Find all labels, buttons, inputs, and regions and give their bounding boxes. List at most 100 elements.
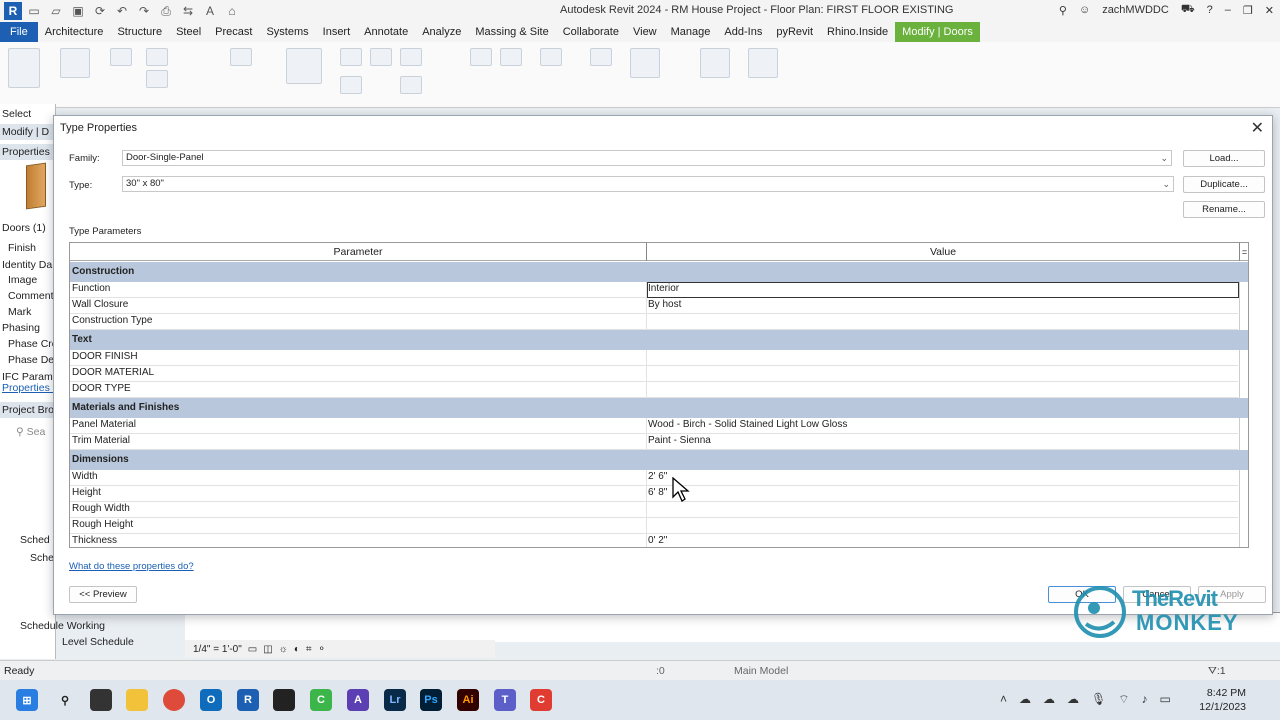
- table-row[interactable]: Panel Material Wood - Birch - Solid Stain…: [70, 418, 1248, 434]
- prop-row-identity[interactable]: Identity Da: [2, 259, 52, 271]
- user-name[interactable]: zachMWDDC: [1102, 4, 1169, 16]
- weather-icon[interactable]: ☁: [1019, 692, 1031, 707]
- scale-label[interactable]: 1/4" = 1'-0": [193, 644, 242, 655]
- onedrive-icon[interactable]: ☁: [1043, 692, 1055, 707]
- restore-icon[interactable]: ❐: [1243, 4, 1253, 17]
- user-icon[interactable]: ☺: [1079, 4, 1090, 16]
- table-row[interactable]: DOOR TYPE: [70, 382, 1248, 398]
- formula-cell[interactable]: [1239, 350, 1248, 366]
- tab-precast[interactable]: Precast: [208, 22, 259, 42]
- task-view-icon[interactable]: [90, 689, 112, 711]
- copy-icon[interactable]: [146, 70, 168, 88]
- battery-icon[interactable]: ▭: [1160, 692, 1171, 707]
- close-icon[interactable]: ✕: [1251, 118, 1264, 138]
- browser-level-schedule[interactable]: Level Schedule: [62, 636, 134, 648]
- browser-search[interactable]: ⚲ Sea: [16, 426, 45, 438]
- cart-icon[interactable]: ⛟: [1181, 3, 1195, 17]
- value-edit-box[interactable]: [647, 282, 1239, 298]
- tab-structure[interactable]: Structure: [110, 22, 169, 42]
- formula-cell[interactable]: [1239, 314, 1248, 330]
- tab-collaborate[interactable]: Collaborate: [556, 22, 626, 42]
- search-icon[interactable]: ⚲: [54, 689, 76, 711]
- measure-icon[interactable]: ⇆: [180, 4, 196, 19]
- undo-icon[interactable]: ↶: [114, 4, 130, 19]
- sync-icon[interactable]: ⟳: [92, 4, 108, 19]
- tab-massing-site[interactable]: Massing & Site: [468, 22, 555, 42]
- table-group-row[interactable]: Dimensions⌃: [70, 450, 1248, 470]
- taskbar-clock[interactable]: 8:42 PM 12/1/2023: [1196, 686, 1246, 714]
- prop-row-phase-demolished[interactable]: Phase Der: [8, 354, 58, 366]
- tab-modify-doors[interactable]: Modify | Doors: [895, 22, 980, 42]
- file-explorer-icon[interactable]: [126, 689, 148, 711]
- wifi-icon[interactable]: ⌔: [1118, 692, 1129, 707]
- load-button[interactable]: Load...: [1183, 150, 1265, 167]
- hide-icon[interactable]: ⚬: [318, 644, 326, 655]
- chrome-icon[interactable]: [163, 689, 185, 711]
- table-row[interactable]: Wall Closure By host: [70, 298, 1248, 314]
- app-a-icon[interactable]: A: [347, 689, 369, 711]
- table-row[interactable]: DOOR MATERIAL: [70, 366, 1248, 382]
- lightroom-icon[interactable]: Lr: [384, 689, 406, 711]
- tab-pyrevit[interactable]: pyRevit: [769, 22, 820, 42]
- chevron-up-icon[interactable]: ˄: [1000, 692, 1007, 707]
- print-icon[interactable]: ⎙: [158, 4, 174, 19]
- align-icon[interactable]: [340, 48, 362, 66]
- type-dropdown[interactable]: 30" x 80" ⌄: [122, 176, 1174, 192]
- illustrator-icon[interactable]: Ai: [457, 689, 479, 711]
- parameter-value[interactable]: 0' 2": [648, 535, 667, 546]
- table-row[interactable]: Height 6' 8": [70, 486, 1248, 502]
- table-row[interactable]: Rough Height: [70, 518, 1248, 534]
- active-model[interactable]: Main Model: [734, 665, 788, 677]
- app-c-green-icon[interactable]: C: [310, 689, 332, 711]
- tab-rhino-inside[interactable]: Rhino.Inside: [820, 22, 895, 42]
- edit-family-icon[interactable]: [700, 48, 730, 78]
- minimize-icon[interactable]: –: [1225, 4, 1231, 16]
- parameter-value[interactable]: 2' 6": [648, 471, 667, 482]
- tab-manage[interactable]: Manage: [664, 22, 718, 42]
- browser-sched-item[interactable]: Sched: [20, 534, 50, 546]
- crop-icon[interactable]: ⌗: [306, 644, 312, 655]
- folder-icon[interactable]: ▱: [48, 4, 64, 19]
- app-c-red-icon[interactable]: C: [530, 689, 552, 711]
- parameter-value[interactable]: Paint - Sienna: [648, 435, 711, 446]
- activate-icon[interactable]: [286, 48, 322, 84]
- formula-cell[interactable]: [1239, 366, 1248, 382]
- formula-cell[interactable]: [1239, 486, 1248, 502]
- revit-logo-icon[interactable]: R: [4, 2, 22, 20]
- prop-row-mark[interactable]: Mark: [8, 306, 31, 318]
- text-icon[interactable]: A: [202, 4, 218, 19]
- tab-add-ins[interactable]: Add-Ins: [717, 22, 769, 42]
- table-row[interactable]: Width 2' 6": [70, 470, 1248, 486]
- prop-row-phasing[interactable]: Phasing: [2, 322, 40, 334]
- save-icon[interactable]: ▣: [70, 4, 86, 19]
- formula-cell[interactable]: [1239, 418, 1248, 434]
- teams-icon[interactable]: T: [494, 689, 516, 711]
- revit-taskbar-icon[interactable]: R: [237, 689, 259, 711]
- mirror-icon[interactable]: [400, 48, 422, 66]
- tab-insert[interactable]: Insert: [316, 22, 358, 42]
- formula-cell[interactable]: [1239, 534, 1248, 547]
- pick-new-host-icon[interactable]: [748, 48, 778, 78]
- tab-analyze[interactable]: Analyze: [415, 22, 468, 42]
- table-row[interactable]: Rough Width: [70, 502, 1248, 518]
- detail-level-icon[interactable]: ▭: [248, 644, 257, 655]
- home-icon[interactable]: ⌂: [224, 4, 240, 19]
- parameter-value[interactable]: Wood - Birch - Solid Stained Light Low G…: [648, 419, 847, 430]
- tab-steel[interactable]: Steel: [169, 22, 208, 42]
- help-properties-link[interactable]: What do these properties do?: [69, 561, 194, 572]
- prop-row-finish[interactable]: Finish: [8, 242, 36, 254]
- tab-file[interactable]: File: [0, 22, 38, 42]
- modify-tool-icon[interactable]: [8, 48, 40, 88]
- outlook-icon[interactable]: O: [200, 689, 222, 711]
- start-icon[interactable]: ⊞: [16, 689, 38, 711]
- visual-style-icon[interactable]: ◫: [263, 644, 272, 655]
- formula-cell[interactable]: [1239, 282, 1248, 298]
- prop-row-image[interactable]: Image: [8, 274, 37, 286]
- table-row[interactable]: DOOR FINISH: [70, 350, 1248, 366]
- parameter-value[interactable]: By host: [648, 299, 681, 310]
- prop-row-comment[interactable]: Comment: [8, 290, 54, 302]
- tab-systems[interactable]: Systems: [259, 22, 315, 42]
- table-row[interactable]: Trim Material Paint - Sienna: [70, 434, 1248, 450]
- microphone-icon[interactable]: 🎙: [1091, 692, 1106, 707]
- redo-icon[interactable]: ↷: [136, 4, 152, 19]
